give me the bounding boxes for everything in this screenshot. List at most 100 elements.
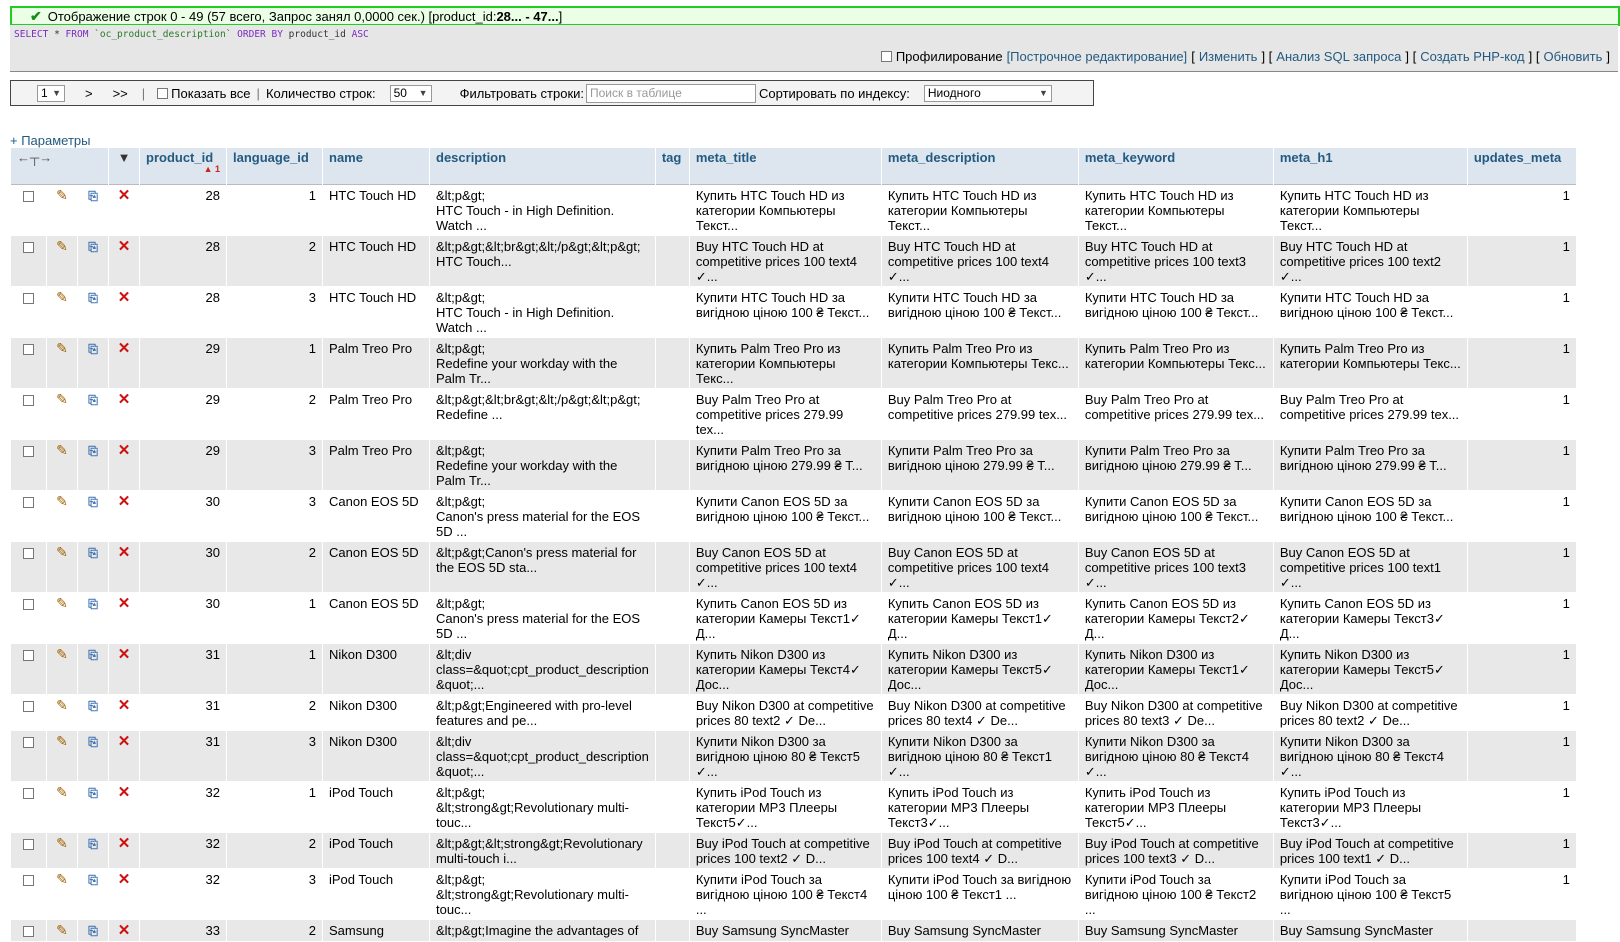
copy-row-button[interactable]: ⎘ bbox=[78, 695, 108, 731]
cell-meta-h1[interactable]: Купить HTC Touch HD из категории Компьют… bbox=[1273, 185, 1467, 236]
cell-updates-meta[interactable] bbox=[1467, 920, 1576, 942]
column-header-meta-keyword[interactable]: meta_keyword bbox=[1078, 148, 1273, 185]
row-select-checkbox[interactable] bbox=[11, 542, 46, 593]
copy-row-button[interactable]: ⎘ bbox=[78, 185, 108, 236]
row-select-checkbox[interactable] bbox=[11, 731, 46, 782]
cell-meta-h1[interactable]: Buy Canon EOS 5D at competitive prices 1… bbox=[1273, 542, 1467, 593]
cell-tag[interactable] bbox=[655, 593, 689, 644]
cell-meta-keyword[interactable]: Купити HTC Touch HD за вигідною ціною 10… bbox=[1078, 287, 1273, 338]
pencil-icon[interactable]: ✎ bbox=[56, 784, 68, 800]
edit-row-button[interactable]: ✎ bbox=[47, 236, 77, 287]
cell-meta-title[interactable]: Buy Nikon D300 at competitive prices 80 … bbox=[689, 695, 881, 731]
row-select-checkbox[interactable] bbox=[11, 695, 46, 731]
next-page-button[interactable]: > bbox=[85, 86, 93, 101]
cell-product-id[interactable]: 30 bbox=[140, 491, 226, 542]
delete-row-button[interactable]: ✕ bbox=[109, 782, 139, 833]
cell-updates-meta[interactable]: 1 bbox=[1467, 644, 1576, 695]
column-header-meta-title[interactable]: meta_title bbox=[689, 148, 881, 185]
insert-copy-icon[interactable]: ⎘ bbox=[88, 291, 98, 305]
column-header-name[interactable]: name bbox=[323, 148, 429, 185]
cell-tag[interactable] bbox=[655, 185, 689, 236]
cell-meta-keyword[interactable]: Buy iPod Touch at competitive prices 100… bbox=[1078, 833, 1273, 869]
insert-copy-icon[interactable]: ⎘ bbox=[88, 837, 98, 851]
cell-tag[interactable] bbox=[655, 695, 689, 731]
cell-meta-keyword[interactable]: Купить Nikon D300 из категории Камеры Те… bbox=[1078, 644, 1273, 695]
insert-copy-icon[interactable]: ⎘ bbox=[88, 786, 98, 800]
insert-copy-icon[interactable]: ⎘ bbox=[88, 546, 98, 560]
cell-meta-title[interactable]: Купити Palm Treo Pro за вигідною ціною 2… bbox=[689, 440, 881, 491]
cell-name[interactable]: iPod Touch bbox=[323, 869, 429, 920]
checkbox[interactable] bbox=[23, 242, 34, 254]
cell-tag[interactable] bbox=[655, 833, 689, 869]
cell-description[interactable]: &lt;p&gt;Imagine the advantages of bbox=[430, 920, 655, 942]
table-row[interactable]: ✎ ⎘ ✕ 31 3 Nikon D300 &lt;div class=&quot;cpt_… bbox=[11, 731, 1576, 782]
pencil-icon[interactable]: ✎ bbox=[56, 871, 68, 887]
cell-meta-h1[interactable]: Buy Nikon D300 at competitive prices 80 … bbox=[1273, 695, 1467, 731]
cell-product-id[interactable]: 32 bbox=[140, 833, 226, 869]
delete-row-button[interactable]: ✕ bbox=[109, 440, 139, 491]
table-row[interactable]: ✎ ⎘ ✕ 28 3 HTC Touch HD &lt;p&gt; HTC Touch - … bbox=[11, 287, 1576, 338]
checkbox[interactable] bbox=[23, 395, 34, 407]
delete-row-button[interactable]: ✕ bbox=[109, 542, 139, 593]
row-select-checkbox[interactable] bbox=[11, 491, 46, 542]
delete-row-button[interactable]: ✕ bbox=[109, 593, 139, 644]
copy-row-button[interactable]: ⎘ bbox=[78, 338, 108, 389]
delete-icon[interactable]: ✕ bbox=[118, 646, 131, 663]
cell-description[interactable]: &lt;p&gt;&lt;strong&gt;Revolutionary mul… bbox=[430, 833, 655, 869]
copy-row-button[interactable]: ⎘ bbox=[78, 833, 108, 869]
copy-row-button[interactable]: ⎘ bbox=[78, 869, 108, 920]
cell-meta-description[interactable]: Buy iPod Touch at competitive prices 100… bbox=[881, 833, 1078, 869]
cell-meta-title[interactable]: Buy iPod Touch at competitive prices 100… bbox=[689, 833, 881, 869]
copy-row-button[interactable]: ⎘ bbox=[78, 731, 108, 782]
checkbox[interactable] bbox=[23, 839, 34, 851]
insert-copy-icon[interactable]: ⎘ bbox=[88, 342, 98, 356]
table-row[interactable]: ✎ ⎘ ✕ 30 1 Canon EOS 5D &lt;p&gt; Canon's pres… bbox=[11, 593, 1576, 644]
cell-name[interactable]: Canon EOS 5D bbox=[323, 491, 429, 542]
column-header-description[interactable]: description bbox=[430, 148, 655, 185]
cell-meta-keyword[interactable]: Купить HTC Touch HD из категории Компьют… bbox=[1078, 185, 1273, 236]
edit-row-button[interactable]: ✎ bbox=[47, 491, 77, 542]
cell-language-id[interactable]: 3 bbox=[227, 440, 322, 491]
insert-copy-icon[interactable]: ⎘ bbox=[88, 597, 98, 611]
edit-row-button[interactable]: ✎ bbox=[47, 440, 77, 491]
cell-tag[interactable] bbox=[655, 782, 689, 833]
row-select-checkbox[interactable] bbox=[11, 236, 46, 287]
row-select-checkbox[interactable] bbox=[11, 644, 46, 695]
cell-meta-keyword[interactable]: Купити Nikon D300 за вигідною ціною 80 ₴… bbox=[1078, 731, 1273, 782]
cell-language-id[interactable]: 2 bbox=[227, 920, 322, 942]
checkbox[interactable] bbox=[23, 548, 34, 560]
cell-name[interactable]: HTC Touch HD bbox=[323, 287, 429, 338]
pencil-icon[interactable]: ✎ bbox=[56, 835, 68, 851]
cell-product-id[interactable]: 31 bbox=[140, 731, 226, 782]
column-resize-handle[interactable]: ←┬→ bbox=[11, 148, 108, 185]
cell-meta-description[interactable]: Купить Palm Treo Pro из категории Компью… bbox=[881, 338, 1078, 389]
cell-meta-keyword[interactable]: Buy Canon EOS 5D at competitive prices 1… bbox=[1078, 542, 1273, 593]
cell-meta-description[interactable]: Buy Nikon D300 at competitive prices 80 … bbox=[881, 695, 1078, 731]
insert-copy-icon[interactable]: ⎘ bbox=[88, 648, 98, 662]
cell-meta-keyword[interactable]: Buy Nikon D300 at competitive prices 80 … bbox=[1078, 695, 1273, 731]
cell-product-id[interactable]: 33 bbox=[140, 920, 226, 942]
cell-product-id[interactable]: 29 bbox=[140, 389, 226, 440]
cell-updates-meta[interactable]: 1 bbox=[1467, 593, 1576, 644]
pencil-icon[interactable]: ✎ bbox=[56, 340, 68, 356]
cell-meta-title[interactable]: Купити iPod Touch за вигідною ціною 100 … bbox=[689, 869, 881, 920]
insert-copy-icon[interactable]: ⎘ bbox=[88, 735, 98, 749]
insert-copy-icon[interactable]: ⎘ bbox=[88, 240, 98, 254]
cell-description[interactable]: &lt;p&gt; Redefine your workday with the… bbox=[430, 440, 655, 491]
insert-copy-icon[interactable]: ⎘ bbox=[88, 189, 98, 203]
cell-updates-meta[interactable]: 1 bbox=[1467, 869, 1576, 920]
edit-row-button[interactable]: ✎ bbox=[47, 338, 77, 389]
cell-description[interactable]: &lt;p&gt;&lt;br&gt;&lt;/p&gt;&lt;p&gt; R… bbox=[430, 389, 655, 440]
copy-row-button[interactable]: ⎘ bbox=[78, 782, 108, 833]
cell-language-id[interactable]: 2 bbox=[227, 833, 322, 869]
cell-language-id[interactable]: 3 bbox=[227, 491, 322, 542]
cell-meta-description[interactable]: Купити HTC Touch HD за вигідною ціною 10… bbox=[881, 287, 1078, 338]
delete-row-button[interactable]: ✕ bbox=[109, 833, 139, 869]
insert-copy-icon[interactable]: ⎘ bbox=[88, 393, 98, 407]
cell-meta-h1[interactable]: Купити HTC Touch HD за вигідною ціною 10… bbox=[1273, 287, 1467, 338]
cell-name[interactable]: HTC Touch HD bbox=[323, 236, 429, 287]
cell-updates-meta[interactable]: 1 bbox=[1467, 185, 1576, 236]
cell-language-id[interactable]: 2 bbox=[227, 389, 322, 440]
insert-copy-icon[interactable]: ⎘ bbox=[88, 444, 98, 458]
cell-description[interactable]: &lt;p&gt;Engineered with pro-level featu… bbox=[430, 695, 655, 731]
